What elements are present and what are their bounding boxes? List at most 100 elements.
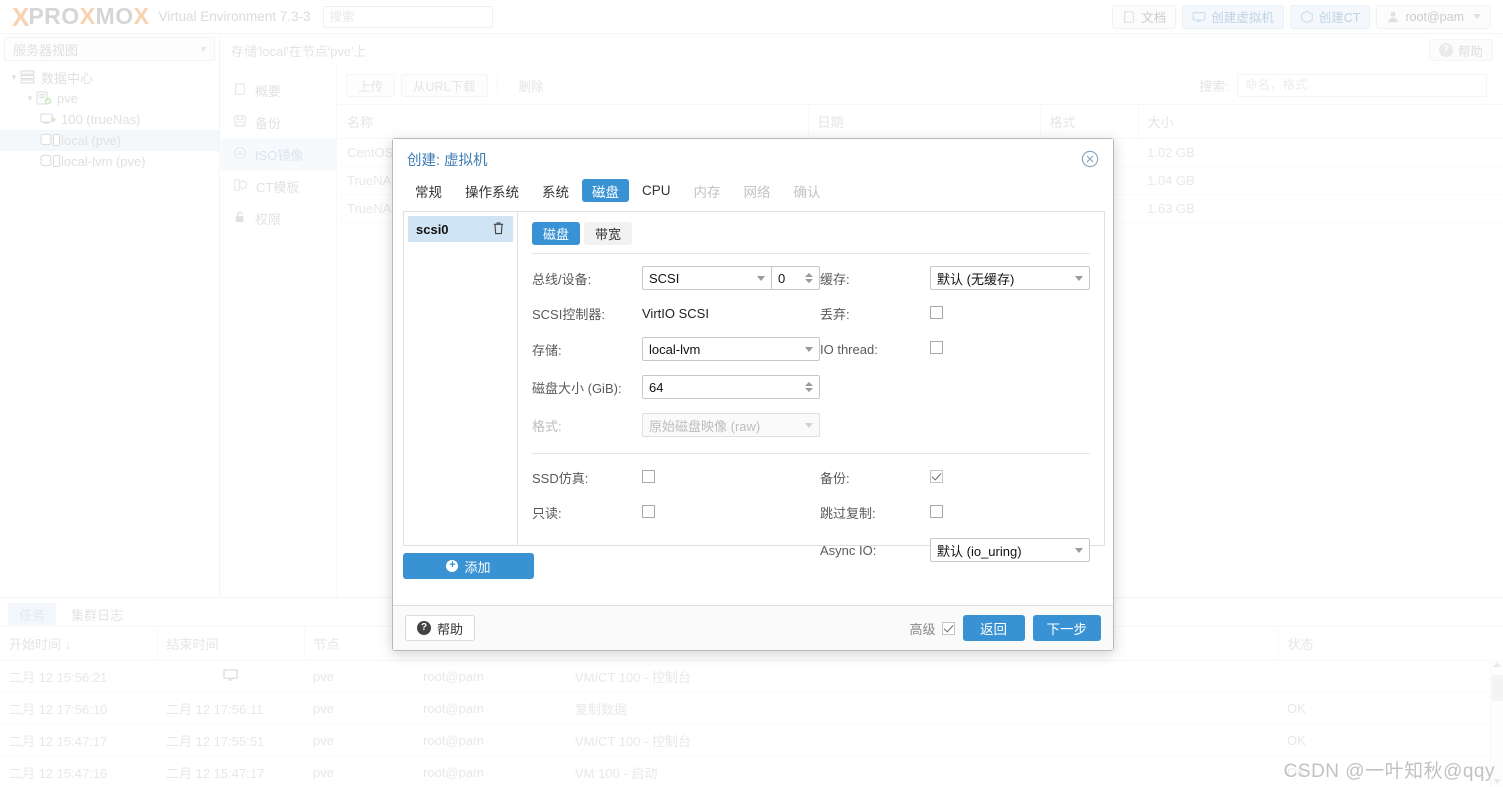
node-icon [36,91,53,106]
view-selector[interactable]: 服务器视图 ▾ [4,37,215,61]
documentation-button[interactable]: 文档 [1112,4,1177,29]
sidebar-label-datacenter: 数据中心 [41,71,94,86]
add-disk-label: 添加 [464,559,491,575]
column-header-status[interactable]: 状态 [1278,626,1503,661]
cell-size: 1.02 GB [1138,138,1503,167]
sidebar-item-vm-100[interactable]: 100 (trueNas) [0,109,219,130]
tab-cluster-log[interactable]: 集群日志 [60,603,134,625]
cell-status [1278,660,1503,693]
column-header-format[interactable]: 格式 [1040,104,1139,139]
column-header-size[interactable]: 大小 [1138,104,1503,139]
bus-device-select[interactable]: SCSI [642,266,771,290]
scroll-up-icon[interactable] [1493,662,1501,667]
content-toolbar: 上传 从URL下载 删除 搜索: 命名，格式 [338,66,1503,104]
cell-end-time [157,660,304,693]
stepper-arrows-icon[interactable] [805,382,813,392]
skip-replication-checkbox[interactable] [930,504,943,518]
header-actions: 文档 创建虚拟机 创建CT root@pam [1112,4,1495,29]
tab-os[interactable]: 操作系统 [455,179,529,202]
column-header-date[interactable]: 日期 [808,104,1041,139]
sub-tab-disk[interactable]: 磁盘 [532,222,581,245]
iothread-checkbox[interactable] [930,341,943,354]
backup-checkbox[interactable] [930,469,943,483]
chevron-down-icon [757,275,765,281]
content-nav-item-iso[interactable]: ISO镜像 [221,138,336,170]
close-icon[interactable] [1081,150,1099,168]
bus-index-stepper[interactable]: 0 [771,266,820,290]
content-nav-item-summary[interactable]: 概要 [221,74,336,106]
monitor-icon [223,668,238,685]
backup-checkbox-cell [930,469,1090,486]
discard-checkbox[interactable] [930,305,943,319]
next-button[interactable]: 下一步 [1032,615,1101,641]
twisty-icon[interactable]: ▾ [24,93,36,104]
content-nav-item-permissions[interactable]: 权限 [221,202,336,234]
bus-index-value: 0 [778,270,786,286]
user-menu-button[interactable]: root@pam [1376,4,1491,29]
content-nav-item-ct-template[interactable]: CT模板 [221,170,336,202]
twisty-icon[interactable]: ▾ [8,72,20,83]
cell-description: VM/CT 100 - 控制台 [566,660,1278,693]
view-selector-label: 服务器视图 [13,42,79,58]
sidebar-item-local-lvm[interactable]: local-lvm (pve) [0,151,219,172]
upload-button[interactable]: 上传 [346,73,396,97]
download-from-url-button[interactable]: 从URL下载 [401,73,488,97]
logo-text-mo: MO [95,3,134,29]
add-disk-button[interactable]: + 添加 [403,553,534,579]
advanced-checkbox[interactable] [941,621,955,635]
tab-system[interactable]: 系统 [532,179,579,202]
content-nav-item-backup[interactable]: 备份 [221,106,336,138]
sub-tab-bandwidth[interactable]: 带宽 [584,222,633,245]
cache-value: 默认 (无缓存) [937,271,1015,287]
create-ct-label: 创建CT [1318,11,1361,25]
disk-list-item-scsi0[interactable]: scsi0 [408,216,513,242]
tab-disks[interactable]: 磁盘 [582,179,629,202]
format-select: 原始磁盘映像 (raw) [642,413,820,437]
disk-form: 总线/设备: SCSI 0 缓存: 默认 (无缓存) SCSI控制器: Virt… [532,266,1090,437]
help-button[interactable]: ? 帮助 [405,615,476,641]
readonly-checkbox[interactable] [642,504,655,518]
column-header-end-time[interactable]: 结束时间 [157,626,305,661]
disk-list-item-label: scsi0 [416,221,449,237]
tab-tasks[interactable]: 任务 [8,603,57,625]
table-row[interactable]: 二月 12 15:56:21 pve root@pam VM/CT 100 - … [0,660,1503,693]
tab-general[interactable]: 常规 [405,179,452,202]
sidebar-item-datacenter[interactable]: ▾ 数据中心 [0,67,219,88]
trash-icon[interactable] [492,221,505,238]
storage-select[interactable]: local-lvm [642,337,820,361]
table-row[interactable]: 二月 12 17:56:10 二月 12 17:56:11 pve root@p… [0,692,1503,725]
disk-size-label: 磁盘大小 (GiB): [532,380,622,396]
chevron-down-icon [1473,14,1481,19]
product-version: Virtual Environment 7.3-3 [158,9,311,24]
cell-description: VM/CT 100 - 控制台 [566,724,1278,757]
storage-icon [40,133,60,148]
async-io-select[interactable]: 默认 (io_uring) [930,538,1090,562]
cell-size: 1.04 GB [1138,166,1503,195]
cache-select[interactable]: 默认 (无缓存) [930,266,1090,290]
cell-start-time: 二月 12 15:47:17 [0,724,157,757]
stepper-arrows-icon[interactable] [805,273,813,283]
column-header-name[interactable]: 名称 [338,104,809,139]
remove-button[interactable]: 删除 [507,74,556,97]
skip-replication-label: 跳过复制: [820,506,876,521]
back-button[interactable]: 返回 [962,615,1025,641]
create-vm-button[interactable]: 创建虚拟机 [1182,4,1284,29]
sidebar-item-local[interactable]: local (pve) [0,130,219,151]
scrollbar-thumb[interactable] [1492,675,1503,701]
plus-icon: + [446,560,459,572]
book-icon [1122,10,1136,24]
sidebar-item-pve[interactable]: ▾ pve [0,88,219,109]
create-ct-button[interactable]: 创建CT [1289,4,1371,29]
logo-x-icon: X [12,1,29,32]
help-button-top[interactable]: ? 帮助 [1428,39,1493,61]
column-header-start-time[interactable]: 开始时间 ↓ [0,626,158,661]
ssd-emulation-checkbox[interactable] [642,469,655,483]
table-row[interactable]: 二月 12 15:47:16 二月 12 15:47:17 pve root@p… [0,756,1503,787]
table-header-row: 名称 日期 格式 大小 [338,104,1503,139]
content-search-input[interactable]: 命名，格式 [1237,73,1487,97]
tab-cpu[interactable]: CPU [632,179,681,202]
advanced-toggle[interactable]: 高级 [909,619,955,638]
disk-size-stepper[interactable]: 64 [642,375,820,399]
global-search-input[interactable]: 搜索 [322,5,493,28]
table-row[interactable]: 二月 12 15:47:17 二月 12 17:55:51 pve root@p… [0,724,1503,757]
